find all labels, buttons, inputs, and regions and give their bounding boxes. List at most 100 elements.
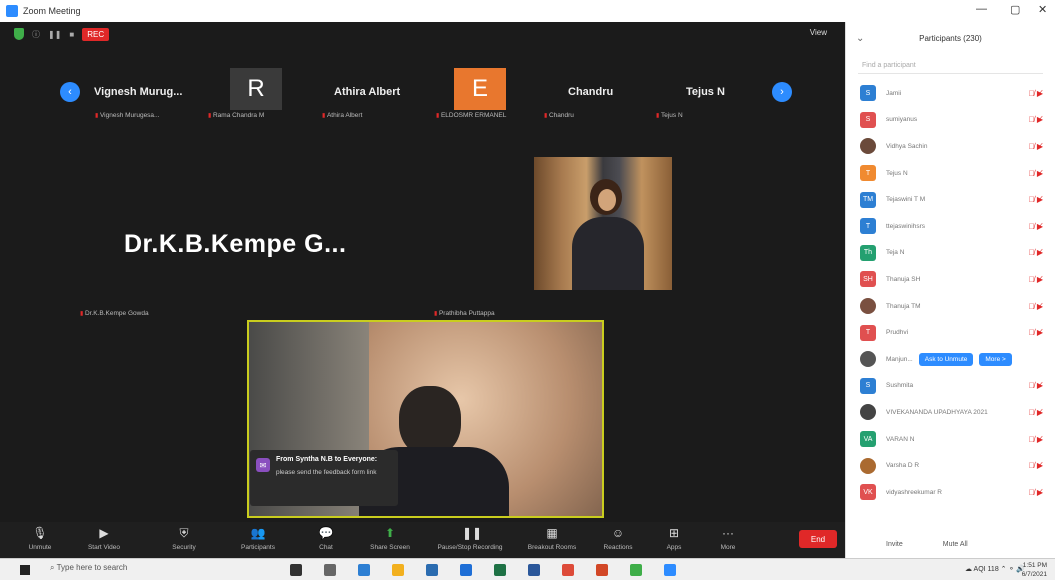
more-button[interactable]: ··· More <box>693 526 763 551</box>
security-shield-icon[interactable] <box>14 28 24 40</box>
participant-row[interactable]: SH Thanuja SH 🎙̸ ▶̸ <box>846 266 1055 293</box>
info-icon[interactable]: ⓘ <box>32 29 40 40</box>
participant-photo-avatar <box>860 457 876 474</box>
chat-label: Chat <box>319 544 333 551</box>
more-options-button[interactable]: More > <box>979 352 1012 366</box>
muted-mic-camera-icon: 🎙̸ ▶̸ <box>1028 141 1043 151</box>
pause-icon[interactable]: ❚❚ <box>48 30 61 39</box>
participant-name: ttejaswinihsrs <box>886 222 926 230</box>
participant-row[interactable]: VK vidyashreekumar R 🎙̸ ▶̸ <box>846 479 1055 506</box>
security-button[interactable]: ⛨ Security <box>149 526 219 551</box>
panel-footer: Invite Mute All <box>846 541 1055 548</box>
zoom-taskbar-icon[interactable] <box>664 564 676 576</box>
apps-icon: ⊞ <box>668 526 680 540</box>
meeting-area: ⓘ ❚❚ ■ REC View ‹ Vignesh Murug... Vigne… <box>0 22 845 558</box>
woman-video-caption: Prathibha Puttappa <box>434 310 495 317</box>
close-icon[interactable]: ✕ <box>1038 3 1047 16</box>
participant-photo-avatar <box>860 404 876 421</box>
stop-icon[interactable]: ■ <box>69 30 74 39</box>
aqi-text: AQI 118 <box>973 566 999 573</box>
chat-notification-popup[interactable]: ✉ From Syntha N.B to Everyone: please se… <box>250 450 398 506</box>
participant-row[interactable]: Ssumiyanus 🎙̸ ▶̸ <box>846 107 1055 134</box>
participant-initial-avatar: Th <box>860 244 876 261</box>
clock-time: 1:51 PM <box>1022 562 1047 569</box>
recording-controls-button[interactable]: ❚❚ Pause/Stop Recording <box>435 526 505 551</box>
meeting-toolbar: 🎙 Unmute ▶ Start Video ⛨ Security 👥 Part… <box>0 522 845 558</box>
participant-row[interactable]: VA VARAN N 🎙̸ ▶̸ <box>846 426 1055 453</box>
participant-row[interactable]: Tttejaswinihsrs 🎙̸ ▶̸ <box>846 213 1055 240</box>
unmute-button[interactable]: 🎙 Unmute <box>5 526 75 551</box>
chat-button[interactable]: 💬 Chat <box>291 526 361 551</box>
muted-mic-camera-icon: 🎙̸ ▶̸ <box>1028 274 1043 284</box>
outlook-icon[interactable] <box>460 564 472 576</box>
zoom-logo-icon <box>6 5 18 17</box>
previous-page-arrow-icon[interactable]: ‹ <box>60 82 80 102</box>
participant-initial-avatar: S <box>860 377 876 394</box>
next-page-arrow-icon[interactable]: › <box>772 82 792 102</box>
participant-row[interactable]: S Jamii 🎙̸ ▶̸ <box>846 80 1055 107</box>
muted-mic-camera-icon: 🎙̸ ▶̸ <box>1028 115 1043 125</box>
share-screen-icon: ⬆ <box>384 526 396 540</box>
participants-panel: ⌄ Participants (230) Find a participant … <box>845 22 1055 558</box>
tile-caption-eldos: ELDOSMR ERMANEL <box>436 112 506 119</box>
participant-search-input[interactable]: Find a participant <box>858 58 1043 74</box>
muted-mic-camera-icon: 🎙̸ ▶̸ <box>1028 168 1043 178</box>
muted-mic-camera-icon: 🎙̸ ▶̸ <box>1028 301 1043 311</box>
invite-button[interactable]: Invite <box>886 541 903 548</box>
muted-mic-camera-icon: 🎙̸ ▶̸ <box>1028 434 1043 444</box>
ask-to-unmute-button[interactable]: Ask to Unmute <box>918 352 974 366</box>
widgets-icon[interactable] <box>324 564 336 576</box>
participant-row[interactable]: TM Tejaswini T M 🎙̸ ▶̸ <box>846 186 1055 213</box>
participant-row[interactable]: Vidhya Sachin 🎙̸ ▶̸ <box>846 133 1055 160</box>
collapse-panel-icon[interactable]: ⌄ <box>856 33 864 44</box>
muted-mic-camera-icon: 🎙̸ ▶̸ <box>1028 248 1043 258</box>
excel-icon[interactable] <box>494 564 506 576</box>
participant-row[interactable]: Th Teja N 🎙̸ ▶̸ <box>846 240 1055 267</box>
maximize-icon[interactable]: ▢ <box>1010 3 1020 16</box>
video-body-shape <box>572 217 644 290</box>
word-icon[interactable] <box>528 564 540 576</box>
participant-row[interactable]: Varsha D R 🎙̸ ▶̸ <box>846 452 1055 479</box>
panel-header: ⌄ Participants (230) <box>846 22 1055 54</box>
participants-button[interactable]: 👥 Participants <box>223 526 293 551</box>
participant-video-woman[interactable] <box>534 157 672 290</box>
participant-name: Thanuja TM <box>886 302 921 310</box>
mute-all-button[interactable]: Mute All <box>943 541 968 548</box>
participant-row[interactable]: S Sushmita 🎙̸ ▶̸ <box>846 373 1055 400</box>
store-icon[interactable] <box>426 564 438 576</box>
task-view-icon[interactable] <box>290 564 302 576</box>
edge-icon[interactable] <box>358 564 370 576</box>
taskbar-search-input[interactable]: ⌕ Type here to search <box>50 563 127 573</box>
participant-name: vidyashreekumar R <box>886 488 942 496</box>
minimize-icon[interactable]: — <box>976 3 987 15</box>
chrome-icon[interactable] <box>562 564 574 576</box>
active-speaker-name: Dr.K.B.Kempe G... <box>124 230 347 258</box>
record-icon: ❚❚ <box>462 526 483 540</box>
file-explorer-icon[interactable] <box>392 564 404 576</box>
participant-row[interactable]: VIVEKANANDA UPADHYAYA 2021 🎙̸ ▶̸ <box>846 399 1055 426</box>
muted-mic-camera-icon: 🎙̸ ▶̸ <box>1028 407 1043 417</box>
more-label: More <box>720 544 736 551</box>
gallery-strip: ‹ Vignesh Murug... Vignesh Murugesa... R… <box>0 62 845 122</box>
breakout-rooms-button[interactable]: ▦ Breakout Rooms <box>517 526 587 551</box>
tile-avatar-eldos[interactable]: E <box>454 68 506 110</box>
taskbar-clock[interactable]: 1:51 PM 6/7/2021 <box>1022 561 1047 579</box>
green-app-icon[interactable] <box>630 564 642 576</box>
tile-name-chandru: Chandru <box>568 86 614 98</box>
view-button[interactable]: View <box>810 28 827 37</box>
tile-caption-athira: Athira Albert <box>322 112 362 119</box>
participant-row[interactable]: T Tejus N 🎙̸ ▶̸ <box>846 160 1055 187</box>
video-head-shape <box>399 386 461 456</box>
share-screen-button[interactable]: ⬆ Share Screen <box>355 526 425 551</box>
tile-avatar-rama[interactable]: R <box>230 68 282 110</box>
participant-row[interactable]: Manjun... Ask to Unmute More > <box>846 346 1055 373</box>
participant-row[interactable]: Thanuja TM 🎙̸ ▶̸ <box>846 293 1055 320</box>
system-tray[interactable]: ☁ AQI 118 ⌃ ⚬ 🔊 <box>965 565 1025 573</box>
windows-start-icon[interactable] <box>20 565 30 575</box>
tile-caption-chandru: Chandru <box>544 112 574 119</box>
start-video-button[interactable]: ▶ Start Video <box>69 526 139 551</box>
end-meeting-button[interactable]: End <box>799 530 837 548</box>
powerpoint-icon[interactable] <box>596 564 608 576</box>
participant-row[interactable]: T Prudhvi 🎙̸ ▶̸ <box>846 319 1055 346</box>
chat-icon: 💬 <box>318 526 334 540</box>
